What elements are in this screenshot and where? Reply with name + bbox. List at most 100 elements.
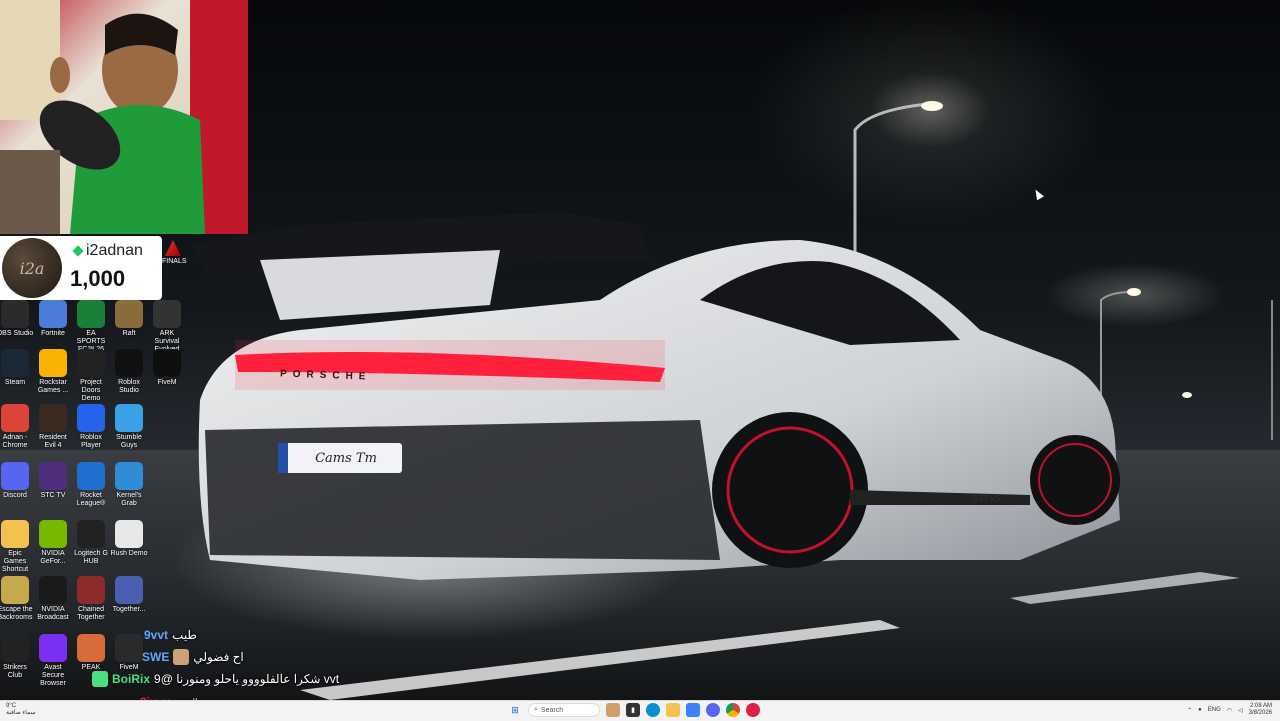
- rockstar-icon: [39, 349, 67, 377]
- desktop-icon[interactable]: EA SPORTS FC™ 26: [72, 300, 110, 354]
- desktop-icon-label: Rush Demo: [110, 550, 148, 557]
- chat-avatar: [173, 649, 190, 665]
- obs-icon: [1, 300, 29, 328]
- task-view-icon[interactable]: [606, 703, 620, 717]
- chat-text: اح فضولي: [193, 650, 244, 664]
- desktop-icon[interactable]: OBS Studio: [0, 300, 34, 338]
- desktop-icon[interactable]: Roblox Player: [72, 404, 110, 450]
- desktop-icon[interactable]: Adnan - Chrome: [0, 404, 34, 450]
- chat-message: 9vvt طيب: [144, 626, 197, 644]
- desktop-icon-label: Rocket League®: [76, 492, 106, 507]
- microphone-icon[interactable]: ●: [1198, 707, 1202, 713]
- desktop-icon[interactable]: NVIDIA Broadcast: [34, 576, 72, 622]
- desktop-icon[interactable]: Resident Evil 4: [34, 404, 72, 450]
- desktop-icon[interactable]: Together...: [110, 576, 148, 614]
- desktop-icon-label: Rockstar Games ...: [37, 379, 69, 394]
- discord-taskbar-icon[interactable]: [706, 703, 720, 717]
- desktop-icon[interactable]: FiveM: [148, 349, 186, 387]
- live-indicator-icon: [72, 245, 84, 257]
- desktop-icon[interactable]: Steam: [0, 349, 34, 387]
- desktop-icon-label: Roblox Player: [80, 434, 102, 449]
- desktop-icon-label: Resident Evil 4: [39, 434, 67, 449]
- raft-icon: [115, 300, 143, 328]
- peak-icon: [77, 634, 105, 662]
- widgets-icon[interactable]: ▮: [626, 703, 640, 717]
- chat-message: SWE اح فضولي: [142, 648, 244, 666]
- desktop-icon[interactable]: Discord: [0, 462, 34, 500]
- file-explorer-icon[interactable]: [666, 703, 680, 717]
- search-icon: ⌕: [534, 706, 538, 713]
- desktop-icon[interactable]: Epic Games Shortcut: [0, 520, 34, 574]
- desktop-icon[interactable]: Rush Demo: [110, 520, 148, 558]
- desktop-icon[interactable]: NVIDIA GeFor...: [34, 520, 72, 566]
- finals-logo-icon: [165, 240, 181, 256]
- nvidia-geforce-icon: [39, 520, 67, 548]
- desktop-icon[interactable]: STC TV: [34, 462, 72, 500]
- language-indicator[interactable]: ENG: [1208, 707, 1221, 713]
- chat-username: SWE: [142, 650, 170, 664]
- desktop-icon-label: FiveM: [157, 379, 177, 386]
- system-tray: ⌃ ● ENG ◠ ◁ 2:08 AM 3/8/2026: [1187, 703, 1272, 717]
- desktop-icon[interactable]: Fortnite: [34, 300, 72, 338]
- webcam-feed-illustration: [0, 0, 248, 234]
- desktop-icon-label: Stumble Guys: [116, 434, 142, 449]
- taskbar-search[interactable]: ⌕ Search: [528, 703, 600, 717]
- finals-label: FINALS: [162, 258, 187, 265]
- desktop-icon-label: Steam: [4, 379, 26, 386]
- recording-app-icon[interactable]: [746, 703, 760, 717]
- escape-backrooms-icon: [1, 576, 29, 604]
- edge-icon[interactable]: [646, 703, 660, 717]
- desktop-icon-label: Epic Games Shortcut: [1, 550, 29, 573]
- desktop-icon-label: Chained Together: [77, 606, 105, 621]
- desktop-icon-label: STC TV: [40, 492, 66, 499]
- chrome-icon: [1, 404, 29, 432]
- taskbar-clock[interactable]: 2:08 AM 3/8/2026: [1249, 703, 1272, 717]
- desktop-icon[interactable]: Raft: [110, 300, 148, 338]
- desktop-icon[interactable]: Escape the Backrooms: [0, 576, 34, 622]
- subscriber-count: 1,000: [70, 266, 126, 291]
- desktop-icon-label: Together...: [112, 606, 146, 613]
- desktop-icon[interactable]: Rocket League®: [72, 462, 110, 508]
- desktop-icon[interactable]: Strikers Club: [0, 634, 34, 680]
- desktop-icon-label: Logitech G HUB: [74, 550, 108, 565]
- desktop-icon-label: Strikers Club: [3, 664, 27, 679]
- rush-demo-icon: [115, 520, 143, 548]
- desktop-icon[interactable]: Stumble Guys: [110, 404, 148, 450]
- volume-icon[interactable]: ◁: [1238, 707, 1243, 714]
- desktop-icon-label: Escape the Backrooms: [0, 606, 33, 621]
- chained-together-icon: [77, 576, 105, 604]
- desktop-icon[interactable]: Logitech G HUB: [72, 520, 110, 566]
- desktop-icon-label: Fortnite: [41, 330, 65, 337]
- tray-overflow-icon[interactable]: ⌃: [1187, 707, 1192, 714]
- channel-avatar: i2a: [2, 238, 62, 298]
- finals-badge[interactable]: FINALS: [162, 238, 187, 272]
- desktop-icon[interactable]: Roblox Studio: [110, 349, 148, 395]
- subscriber-goal-card: i2a i2adnan 1,000: [0, 236, 162, 300]
- weather-temperature: 9°C: [6, 703, 17, 709]
- start-button[interactable]: ⊞: [508, 703, 522, 717]
- avast-icon: [39, 634, 67, 662]
- ea-fc-icon: [77, 300, 105, 328]
- chat-text: 9@ شكرا عالفلوووو ياحلو ومنورنا vvt: [154, 672, 340, 686]
- chrome-taskbar-icon[interactable]: [726, 703, 740, 717]
- kernels-grab-icon: [115, 462, 143, 490]
- chat-text: طيب: [172, 628, 197, 642]
- ark-icon: [153, 300, 181, 328]
- discord-icon: [1, 462, 29, 490]
- folder-icon: [1, 520, 29, 548]
- desktop-icon[interactable]: Kernel's Grab: [110, 462, 148, 508]
- desktop-icon[interactable]: Project Doors Demo: [72, 349, 110, 403]
- store-icon[interactable]: [686, 703, 700, 717]
- desktop-icon[interactable]: Avast Secure Browser: [34, 634, 72, 688]
- subscriber-name-row: i2adnan: [72, 242, 143, 260]
- fivem-icon: [153, 349, 181, 377]
- desktop-icon[interactable]: Rockstar Games ...: [34, 349, 72, 395]
- desktop-icon[interactable]: ARK Survival Evolved: [148, 300, 186, 354]
- desktop-icon[interactable]: PEAK: [72, 634, 110, 672]
- taskbar: 9°C سماء صافية ⊞ ⌕ Search ▮ ⌃ ● ENG ◠ ◁ …: [0, 700, 1280, 721]
- desktop-icon[interactable]: Chained Together: [72, 576, 110, 622]
- roblox-player-icon: [77, 404, 105, 432]
- clock-time: 2:08 AM: [1249, 703, 1272, 709]
- weather-widget[interactable]: 9°C سماء صافية: [6, 703, 36, 717]
- wifi-icon[interactable]: ◠: [1227, 707, 1232, 714]
